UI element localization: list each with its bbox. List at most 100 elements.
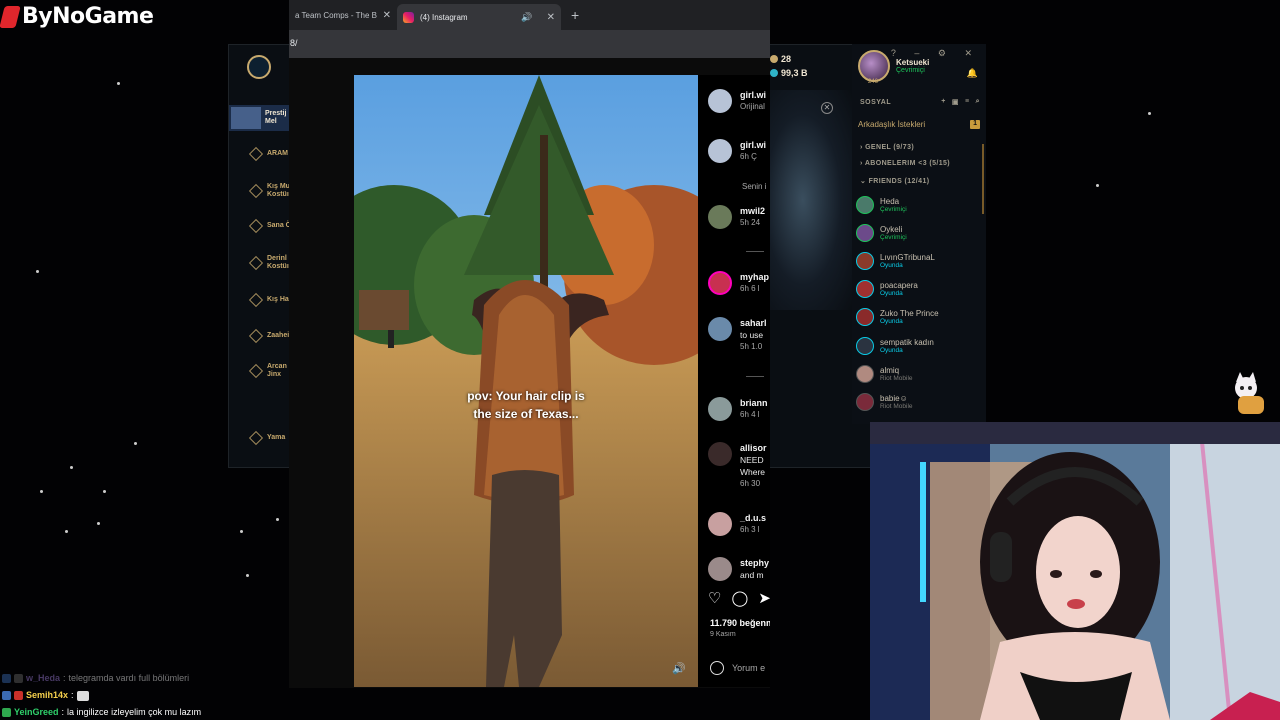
tab-team-comps[interactable]: a Team Comps - The Be ✕: [289, 0, 397, 30]
close-circle-icon[interactable]: ✕: [821, 102, 833, 114]
lol-nav-item[interactable]: ARAM: [229, 146, 291, 162]
emoji-icon[interactable]: [710, 661, 724, 675]
comment-item[interactable]: stephy and m: [708, 557, 769, 581]
chat-emote-icon: [76, 690, 89, 701]
bell-icon[interactable]: 🔔: [967, 68, 978, 79]
search-icon[interactable]: ⌕: [976, 98, 980, 106]
group-label: FRIENDS (12/41): [868, 178, 930, 185]
lol-nav-item[interactable]: Sana Ö: [229, 218, 291, 234]
profile-card[interactable]: Ketsueki Çevrimiçi: [858, 50, 929, 82]
comment-avatar[interactable]: [708, 442, 732, 466]
friend-item[interactable]: Oykeli Çevrimiçi: [856, 224, 907, 242]
nav-diamond-icon: [248, 218, 264, 234]
comment-username[interactable]: myhap: [740, 271, 769, 283]
like-count[interactable]: 11.790 beğenm: [710, 618, 770, 628]
bynogame-watermark: ByNoGame: [0, 4, 154, 29]
friend-name: Heda: [880, 196, 900, 206]
friend-item[interactable]: Heda Çevrimiçi: [856, 196, 907, 214]
comment-avatar[interactable]: [708, 205, 732, 229]
comment-item[interactable]: saharl to use 5h 1.0: [708, 317, 767, 353]
star: [276, 518, 279, 521]
comment-avatar[interactable]: [708, 397, 732, 421]
speaker-icon[interactable]: 🔊: [521, 12, 532, 23]
heart-icon[interactable]: ♡: [708, 589, 721, 607]
reel-video[interactable]: pov: Your hair clip is the size of Texas…: [354, 75, 698, 687]
mascot-art: [1235, 372, 1264, 414]
friend-item[interactable]: Zuko The Prince Oyunda: [856, 308, 939, 326]
lol-nav-item[interactable]: Yama: [229, 430, 291, 446]
comment-item[interactable]: girl.wi 6h Ç: [708, 139, 766, 163]
comment-username[interactable]: _d.u.s: [740, 512, 766, 524]
comment-item[interactable]: _d.u.s 6h 3 l: [708, 512, 766, 536]
lol-nav-item[interactable]: Kış Mu Kostüı: [229, 183, 291, 199]
chat-username: w_Heda: [26, 673, 61, 683]
comment-username[interactable]: briann: [740, 397, 768, 409]
profile-status[interactable]: Çevrimiçi: [896, 67, 929, 74]
comment-input-placeholder[interactable]: Yorum e: [732, 663, 765, 673]
comment-username[interactable]: mwil2: [740, 205, 765, 217]
lol-nav-item[interactable]: Kış Ha: [229, 292, 291, 308]
chat-message: Semih14x :: [2, 687, 287, 704]
comment-username[interactable]: girl.wi: [740, 139, 766, 151]
nav-diamond-icon: [248, 430, 264, 446]
lol-nav-item[interactable]: Zaahei: [229, 328, 291, 344]
comment-avatar[interactable]: [708, 89, 732, 113]
star: [246, 574, 249, 577]
friend-status: Oyunda: [880, 346, 903, 354]
comment-username[interactable]: allisor: [740, 442, 767, 454]
comment-item[interactable]: allisor NEED Where 6h 30: [708, 442, 767, 490]
friend-name: almiq: [880, 365, 900, 375]
webcam-feed: [870, 422, 1280, 720]
lol-logo-icon[interactable]: [247, 55, 271, 79]
comment-username[interactable]: stephy: [740, 557, 769, 569]
friend-item[interactable]: LıvınGTribunaL Oyunda: [856, 252, 935, 270]
group-header-general[interactable]: › GENEL (9/73): [860, 144, 914, 151]
lol-nav-label: Yama: [267, 434, 286, 441]
friend-item[interactable]: babie☺ Riot Mobile: [856, 393, 913, 411]
comment-icon[interactable]: ◯: [731, 589, 748, 607]
comment-avatar[interactable]: [708, 512, 732, 536]
lol-nav-item[interactable]: Derinl Kostüı: [229, 255, 291, 271]
group-header-subscribers[interactable]: › ABONELERIM <3 (5/15): [860, 160, 950, 167]
comment-item[interactable]: briann 6h 4 l: [708, 397, 768, 421]
group-header-friends[interactable]: ⌄ FRIENDS (12/41): [860, 177, 929, 185]
comment-username[interactable]: girl.wi: [740, 89, 766, 101]
speaker-icon[interactable]: 🔊: [672, 662, 686, 675]
friend-item[interactable]: sempatik kadın Oyunda: [856, 337, 934, 355]
star: [134, 442, 137, 445]
comment-item[interactable]: myhap 6h 6 l: [708, 271, 769, 295]
chat-badge-icon: [14, 674, 23, 683]
comment-item[interactable]: mwil2 5h 24: [708, 205, 765, 229]
address-bar[interactable]: 8/: [289, 30, 770, 58]
friend-item[interactable]: almiq Riot Mobile: [856, 365, 913, 383]
comment-avatar[interactable]: [708, 139, 732, 163]
friend-requests-count: 1: [970, 120, 980, 129]
friend-avatar: [856, 337, 874, 355]
social-scrollbar[interactable]: [982, 144, 984, 214]
list-icon[interactable]: ≡: [965, 98, 970, 106]
folder-icon[interactable]: ▣: [952, 98, 959, 106]
tab-instagram[interactable]: (4) Instagram 🔊 ✕: [397, 4, 561, 30]
add-friend-icon[interactable]: +: [941, 98, 946, 106]
post-actions: ♡ ◯ ➤: [708, 589, 770, 607]
friend-item[interactable]: poacapera Oyunda: [856, 280, 918, 298]
add-comment-bar[interactable]: Yorum e: [710, 661, 765, 675]
share-icon[interactable]: ➤: [758, 589, 770, 607]
comment-avatar[interactable]: [708, 557, 732, 581]
friend-requests-row[interactable]: Arkadaşlık İstekleri 1: [858, 120, 980, 129]
close-tab-icon[interactable]: ✕: [383, 10, 391, 21]
new-tab-icon[interactable]: +: [571, 7, 579, 23]
comment-avatar[interactable]: [708, 317, 732, 341]
friend-avatar: [856, 393, 874, 411]
star: [36, 270, 39, 273]
friend-requests-label: Arkadaşlık İstekleri: [858, 120, 926, 129]
friend-avatar: [856, 365, 874, 383]
lol-nav-item[interactable]: Arcan Jinx: [229, 363, 291, 379]
comment-username[interactable]: saharl: [740, 317, 767, 329]
be-value: 99,3 B: [781, 68, 808, 78]
rp-counter: 28: [770, 54, 808, 64]
profile-avatar[interactable]: [858, 50, 890, 82]
close-tab-icon[interactable]: ✕: [547, 12, 555, 23]
comment-item[interactable]: girl.wi Orijinal: [708, 89, 766, 113]
comment-avatar[interactable]: [708, 271, 732, 295]
